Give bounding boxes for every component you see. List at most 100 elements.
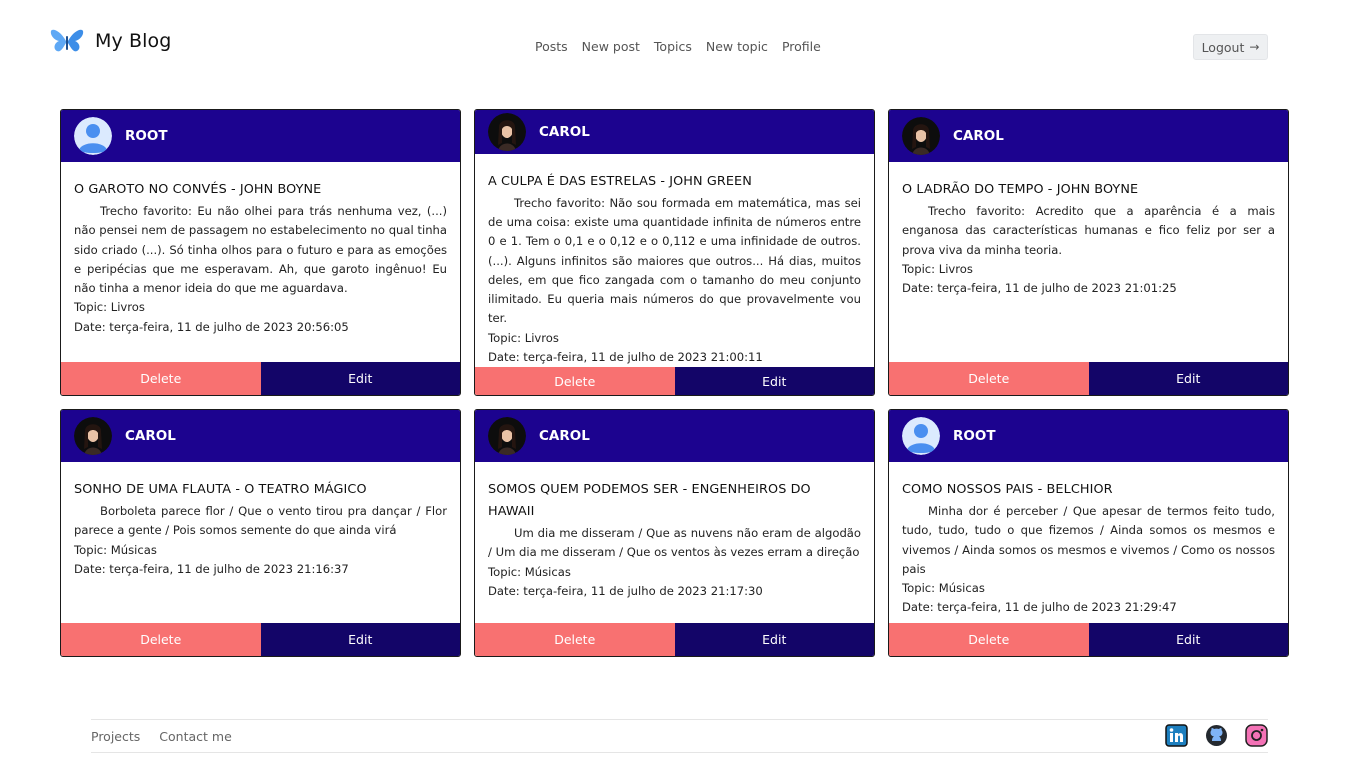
post-date: Date: terça-feira, 11 de julho de 2023 2…	[902, 600, 1177, 615]
user-photo-icon	[488, 417, 526, 455]
post-date: Date: terça-feira, 11 de julho de 2023 2…	[74, 561, 349, 576]
brand-title: My Blog	[95, 30, 172, 52]
post-card-footer: Delete Edit	[889, 623, 1288, 656]
post-author: CAROL	[953, 128, 1004, 144]
edit-button[interactable]: Edit	[260, 623, 460, 656]
post-author: ROOT	[953, 428, 996, 444]
post-text: Minha dor é perceber / Que apesar de ter…	[902, 504, 1275, 576]
nav-topics[interactable]: Topics	[654, 39, 692, 54]
post-card-footer: Delete Edit	[475, 367, 874, 395]
github-icon[interactable]	[1205, 724, 1228, 747]
post-title: A CULPA É DAS ESTRELAS - JOHN GREEN	[488, 173, 752, 189]
post-text: Um dia me disseram / Que as nuvens não e…	[488, 526, 861, 560]
post-card-header: CAROL	[475, 410, 874, 462]
brand[interactable]: My Blog	[50, 28, 171, 54]
post-card-body: COMO NOSSOS PAIS - BELCHIOR Minha dor é …	[889, 462, 1288, 623]
post-card: CAROL SOMOS QUEM PODEMOS SER - ENGENHEIR…	[474, 409, 875, 657]
delete-button[interactable]: Delete	[475, 367, 675, 395]
user-photo-icon	[74, 417, 112, 455]
logout-label: Logout	[1201, 39, 1245, 55]
post-card-header: ROOT	[889, 410, 1288, 462]
post-date: Date: terça-feira, 11 de julho de 2023 2…	[488, 583, 763, 598]
post-topic: Topic: Livros	[74, 300, 145, 315]
post-topic: Topic: Livros	[902, 261, 973, 276]
post-card: ROOT O GAROTO NO CONVÉS - JOHN BOYNE Tre…	[60, 109, 461, 396]
edit-button[interactable]: Edit	[674, 367, 874, 395]
post-card-header: CAROL	[475, 110, 874, 154]
post-text: Trecho favorito: Eu não olhei para trás …	[74, 204, 447, 296]
top-header: My Blog Posts New post Topics New topic …	[0, 0, 1346, 90]
post-card: CAROL A CULPA É DAS ESTRELAS - JOHN GREE…	[474, 109, 875, 396]
edit-button[interactable]: Edit	[260, 362, 460, 395]
post-card-body: O GAROTO NO CONVÉS - JOHN BOYNE Trecho f…	[61, 162, 460, 362]
edit-button[interactable]: Edit	[674, 623, 874, 656]
post-card-header: CAROL	[889, 110, 1288, 162]
avatar	[74, 417, 112, 455]
user-photo-icon	[488, 112, 526, 151]
logout-button[interactable]: Logout →	[1193, 34, 1268, 60]
avatar	[488, 112, 526, 151]
arrow-right-icon: →	[1249, 40, 1260, 54]
post-card-header: CAROL	[61, 410, 460, 462]
footer-link-projects[interactable]: Projects	[91, 729, 140, 744]
user-photo-icon	[902, 117, 940, 155]
default-user-icon	[902, 417, 940, 455]
avatar	[74, 117, 112, 155]
post-card-header: ROOT	[61, 110, 460, 162]
post-topic: Topic: Livros	[488, 330, 559, 345]
post-card-body: SOMOS QUEM PODEMOS SER - ENGENHEIROS DO …	[475, 462, 874, 623]
footer-links: Projects Contact me	[91, 729, 251, 744]
delete-button[interactable]: Delete	[61, 623, 261, 656]
post-card-body: O LADRÃO DO TEMPO - JOHN BOYNE Trecho fa…	[889, 162, 1288, 362]
post-title: COMO NOSSOS PAIS - BELCHIOR	[902, 482, 1113, 497]
post-author: CAROL	[125, 428, 176, 444]
avatar	[488, 417, 526, 455]
post-author: ROOT	[125, 128, 168, 144]
post-topic: Topic: Músicas	[902, 581, 985, 596]
page-footer: Projects Contact me	[91, 719, 1268, 753]
delete-button[interactable]: Delete	[889, 362, 1089, 395]
delete-button[interactable]: Delete	[475, 623, 675, 656]
post-date: Date: terça-feira, 11 de julho de 2023 2…	[902, 281, 1177, 296]
post-card: CAROL SONHO DE UMA FLAUTA - O TEATRO MÁG…	[60, 409, 461, 657]
post-card-footer: Delete Edit	[889, 362, 1288, 395]
post-title: O GAROTO NO CONVÉS - JOHN BOYNE	[74, 182, 322, 197]
delete-button[interactable]: Delete	[889, 623, 1089, 656]
butterfly-logo-icon	[50, 28, 84, 54]
nav-new-topic[interactable]: New topic	[706, 39, 768, 54]
post-card-footer: Delete Edit	[61, 362, 460, 395]
post-date: Date: terça-feira, 11 de julho de 2023 2…	[488, 350, 763, 365]
post-card: CAROL O LADRÃO DO TEMPO - JOHN BOYNE Tre…	[888, 109, 1289, 396]
post-date: Date: terça-feira, 11 de julho de 2023 2…	[74, 319, 349, 334]
post-card-footer: Delete Edit	[61, 623, 460, 656]
post-card-body: A CULPA É DAS ESTRELAS - JOHN GREEN Trec…	[475, 154, 874, 368]
post-author: CAROL	[539, 123, 590, 140]
linkedin-icon[interactable]	[1165, 724, 1188, 747]
main-nav: Posts New post Topics New topic Profile	[535, 39, 835, 54]
post-card-footer: Delete Edit	[475, 623, 874, 656]
avatar	[902, 117, 940, 155]
post-title: SOMOS QUEM PODEMOS SER - ENGENHEIROS DO …	[488, 482, 811, 519]
nav-profile[interactable]: Profile	[782, 39, 821, 54]
post-text: Trecho favorito: Não sou formada em mate…	[488, 195, 861, 326]
avatar	[902, 417, 940, 455]
delete-button[interactable]: Delete	[61, 362, 261, 395]
post-card: ROOT COMO NOSSOS PAIS - BELCHIOR Minha d…	[888, 409, 1289, 657]
post-author: CAROL	[539, 428, 590, 444]
nav-new-post[interactable]: New post	[582, 39, 640, 54]
edit-button[interactable]: Edit	[1088, 362, 1288, 395]
post-card-body: SONHO DE UMA FLAUTA - O TEATRO MÁGICO Bo…	[61, 462, 460, 623]
posts-grid: ROOT O GAROTO NO CONVÉS - JOHN BOYNE Tre…	[60, 109, 1289, 657]
nav-posts[interactable]: Posts	[535, 39, 568, 54]
post-topic: Topic: Músicas	[74, 542, 157, 557]
post-title: SONHO DE UMA FLAUTA - O TEATRO MÁGICO	[74, 482, 367, 497]
post-title: O LADRÃO DO TEMPO - JOHN BOYNE	[902, 182, 1139, 197]
post-topic: Topic: Músicas	[488, 564, 571, 579]
post-text: Trecho favorito: Acredito que a aparênci…	[902, 204, 1275, 257]
post-text: Borboleta parece flor / Que o vento tiro…	[74, 504, 447, 538]
instagram-icon[interactable]	[1245, 724, 1268, 747]
social-links	[1165, 724, 1268, 747]
edit-button[interactable]: Edit	[1088, 623, 1288, 656]
footer-link-contact[interactable]: Contact me	[159, 729, 231, 744]
default-user-icon	[74, 117, 112, 155]
